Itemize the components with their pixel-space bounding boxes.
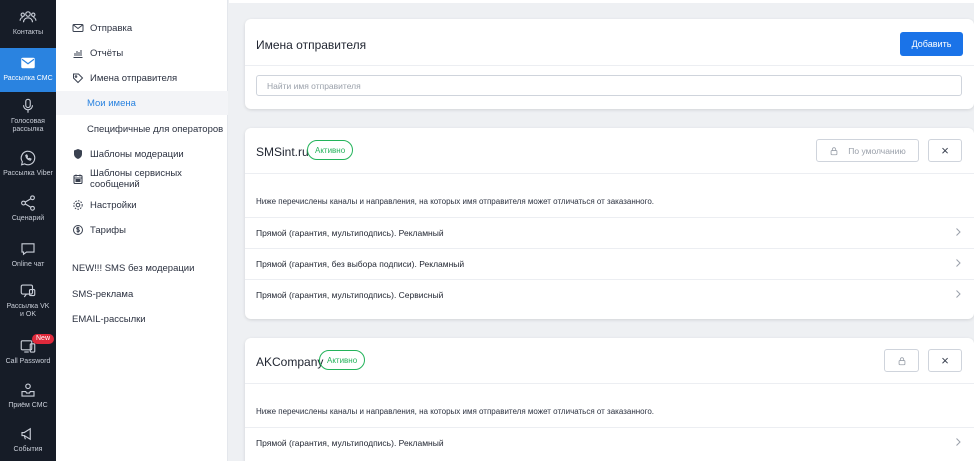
- rail-item-label: Call Password: [5, 358, 51, 365]
- sender-name: SMSint.ru: [256, 145, 309, 159]
- nav-item-sms-no-moderation[interactable]: NEW!!! SMS без модерации: [56, 256, 228, 280]
- rail-item-voice[interactable]: Голосовая рассылка: [0, 97, 56, 134]
- inbox-user-icon: [21, 383, 35, 397]
- nav-item-label: NEW!!! SMS без модерации: [72, 262, 195, 274]
- rail-item-label: Приём СМС: [8, 402, 48, 409]
- nav-item-label: SMS-реклама: [72, 288, 134, 300]
- nav-item-label: Шаблоны сервисных сообщений: [90, 168, 182, 190]
- divider: [245, 65, 974, 66]
- envelope-icon: [21, 57, 35, 69]
- nav-item-label: Шаблоны модерации: [90, 148, 184, 160]
- nav-item-moderation-templates[interactable]: Шаблоны модерации: [56, 142, 228, 166]
- nav-item-label: Мои имена: [87, 97, 136, 109]
- sender-card: AKCompany Активно × Ниже перечислены кан…: [245, 338, 974, 461]
- channel-row[interactable]: Прямой (гарантия, без выбора подписи). Р…: [245, 248, 974, 279]
- nav-item-label: Специфичные для операторов: [87, 123, 224, 135]
- calendar-icon: [72, 173, 84, 185]
- nav-item-label: Отчёты: [90, 47, 124, 59]
- viber-icon: [20, 150, 36, 166]
- rail-item-call-password[interactable]: New Call Password: [0, 334, 56, 366]
- nav-item-label: Отправка: [90, 22, 133, 34]
- lock-icon: [829, 146, 839, 156]
- nav-item-email[interactable]: EMAIL-рассылки: [56, 307, 228, 331]
- rail-item-label: Рассылка СМС: [3, 75, 53, 82]
- nav-item-label: EMAIL-рассылки: [72, 313, 146, 325]
- sender-card: SMSint.ru Активно По умолчанию × Ниже пе…: [245, 128, 974, 319]
- chevron-right-icon: [956, 438, 961, 446]
- page-title: Имена отправителя: [256, 38, 367, 52]
- coin-icon: [72, 224, 84, 236]
- rail-item-label: Online чат: [11, 261, 45, 268]
- people-icon: [19, 11, 37, 23]
- nav-item-settings[interactable]: Настройки: [56, 193, 228, 217]
- nav-item-operator-specific[interactable]: Специфичные для операторов: [56, 117, 228, 141]
- share-nodes-icon: [21, 195, 35, 211]
- divider: [245, 383, 974, 384]
- rail-item-vk-ok[interactable]: Рассылка VK и OK: [0, 282, 56, 319]
- rail-item-label: Рассылка VK и OK: [6, 303, 50, 318]
- microphone-icon: [22, 98, 34, 113]
- lock-icon: [897, 356, 907, 366]
- chevron-right-icon: [956, 290, 961, 298]
- nav-item-sender-names[interactable]: Имена отправителя: [56, 66, 228, 90]
- rail-item-sms[interactable]: Рассылка СМС: [0, 48, 56, 92]
- add-button[interactable]: Добавить: [900, 32, 963, 56]
- nav-item-reports[interactable]: Отчёты: [56, 41, 228, 65]
- rail-item-contacts[interactable]: Контакты: [0, 8, 56, 37]
- envelope-icon: [72, 22, 84, 34]
- tag-icon: [72, 72, 84, 84]
- chat-bubble-icon: [21, 243, 35, 256]
- nav-item-send[interactable]: Отправка: [56, 16, 228, 40]
- channel-row-label: Прямой (гарантия, мультиподпись). Реклам…: [256, 227, 444, 238]
- channel-row[interactable]: Прямой (гарантия, мультиподпись). Реклам…: [245, 427, 974, 458]
- nav-item-my-names[interactable]: Мои имена: [56, 91, 228, 115]
- sms-subnav: Отправка Отчёты Имена отправителя Мои им…: [56, 0, 228, 461]
- rail-item-label: Сценарий: [11, 215, 45, 222]
- rail-item-label: События: [13, 446, 43, 453]
- divider: [245, 173, 974, 174]
- channels-description: Ниже перечислены каналы и направления, н…: [256, 197, 655, 206]
- nav-item-label: Настройки: [90, 199, 137, 211]
- main-nav-rail: Контакты Рассылка СМС Голосовая рассылка…: [0, 0, 56, 461]
- rail-item-label: Рассылка Viber: [3, 170, 53, 177]
- rail-item-viber[interactable]: Рассылка Viber: [0, 149, 56, 178]
- gear-icon: [72, 199, 84, 211]
- top-strip: [229, 0, 974, 3]
- search-input[interactable]: [256, 75, 962, 96]
- channel-row-label: Прямой (гарантия, мультиподпись). Реклам…: [256, 437, 444, 448]
- shield-icon: [72, 148, 84, 160]
- channel-row-label: Прямой (гарантия, мультиподпись). Сервис…: [256, 289, 444, 300]
- channel-row-label: Прямой (гарантия, без выбора подписи). Р…: [256, 258, 465, 269]
- nav-item-tariffs[interactable]: Тарифы: [56, 218, 228, 242]
- rail-item-online-chat[interactable]: Online чат: [0, 240, 56, 269]
- rail-item-events[interactable]: События: [0, 425, 56, 454]
- nav-item-label: Тарифы: [90, 224, 126, 236]
- sender-names-header-card: Имена отправителя Добавить: [245, 19, 974, 109]
- chevron-right-icon: [956, 228, 961, 236]
- delete-button[interactable]: ×: [928, 139, 962, 162]
- social-message-icon: [20, 284, 36, 298]
- set-default-button[interactable]: По умолчанию: [816, 139, 919, 162]
- channel-row[interactable]: Прямой (гарантия, мультиподпись). Реклам…: [245, 217, 974, 248]
- chevron-right-icon: [956, 259, 961, 267]
- set-default-button[interactable]: [884, 349, 919, 372]
- delete-button[interactable]: ×: [928, 349, 962, 372]
- rail-item-label: Контакты: [12, 29, 44, 36]
- rail-item-receive-sms[interactable]: Приём СМС: [0, 381, 56, 410]
- channels-description: Ниже перечислены каналы и направления, н…: [256, 407, 655, 416]
- nav-item-service-templates[interactable]: Шаблоны сервисных сообщений: [56, 167, 228, 191]
- status-badge: Активно: [307, 140, 354, 160]
- nav-item-label: Имена отправителя: [90, 72, 178, 84]
- nav-item-sms-ads[interactable]: SMS-реклама: [56, 282, 228, 306]
- set-default-label: По умолчанию: [848, 145, 906, 156]
- megaphone-icon: [21, 427, 31, 441]
- channel-row[interactable]: Прямой (гарантия, мультиподпись). Сервис…: [245, 279, 974, 310]
- sender-name: AKCompany: [256, 355, 324, 369]
- new-badge: New: [32, 334, 55, 344]
- status-badge: Активно: [319, 350, 366, 370]
- rail-item-scenario[interactable]: Сценарий: [0, 194, 56, 223]
- rail-item-label: Голосовая рассылка: [11, 118, 45, 133]
- bar-chart-icon: [72, 47, 84, 59]
